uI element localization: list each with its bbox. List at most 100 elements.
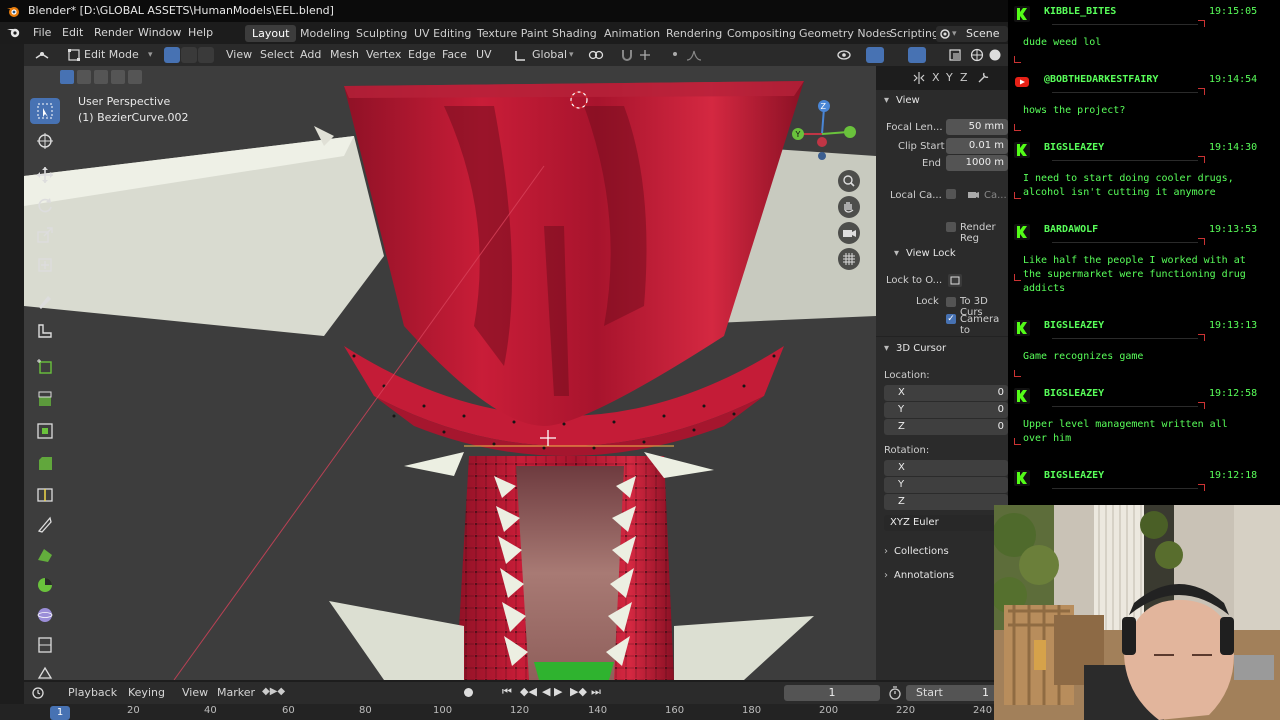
header-menu-mesh[interactable]: Mesh	[330, 44, 359, 66]
measure-tool[interactable]	[30, 318, 60, 344]
edge-select-button[interactable]	[181, 47, 197, 63]
proportional-edit-icon[interactable]	[670, 49, 680, 59]
falloff-curve-icon[interactable]	[686, 48, 702, 62]
mirror-y-toggle[interactable]: Y	[946, 70, 953, 86]
xray-icon[interactable]	[948, 48, 962, 62]
view-lock-section-header[interactable]: View Lock	[906, 248, 956, 259]
tab-sculpting[interactable]: Sculpting	[349, 25, 414, 42]
next-keyframe-icon[interactable]: ▶◆	[570, 685, 587, 698]
timeline-ruler[interactable]	[0, 704, 1008, 720]
menu-help[interactable]: Help	[188, 22, 213, 44]
camera-to-view-checkbox[interactable]: ✓	[946, 314, 956, 324]
focal-length-field[interactable]: 50 mm	[946, 119, 1008, 135]
lock-object-picker[interactable]	[948, 274, 962, 287]
edge-slide-tool[interactable]	[30, 632, 60, 658]
select-subtract-button[interactable]	[94, 70, 108, 84]
pan-hand-icon[interactable]	[838, 196, 860, 218]
header-menu-view[interactable]: View	[226, 44, 252, 66]
3d-viewport[interactable]: User Perspective (1) BezierCurve.002 Z Y	[24, 66, 876, 680]
playback-menu[interactable]: Playback	[68, 682, 117, 704]
jump-end-icon[interactable]: ⏭	[591, 685, 601, 699]
poly-build-tool[interactable]	[30, 542, 60, 568]
header-menu-uv[interactable]: UV	[476, 44, 492, 66]
loop-cut-tool[interactable]	[30, 482, 60, 508]
local-camera-checkbox[interactable]	[946, 189, 956, 199]
tab-shading[interactable]: Shading	[545, 25, 604, 42]
face-select-button[interactable]	[198, 47, 214, 63]
keying-menu[interactable]: Keying	[128, 682, 165, 704]
cursor-tool[interactable]	[30, 128, 60, 154]
move-tool[interactable]	[30, 162, 60, 188]
header-menu-face[interactable]: Face	[442, 44, 467, 66]
pivot-point-icon[interactable]	[588, 48, 604, 62]
prev-keyframe-icon[interactable]: ◆◀	[520, 685, 537, 698]
camera-view-icon[interactable]	[838, 222, 860, 244]
lock-to-cursor-checkbox[interactable]	[946, 297, 956, 307]
menu-file[interactable]: File	[33, 22, 51, 44]
blender-menu-icon[interactable]	[7, 27, 21, 39]
orthographic-grid-icon[interactable]	[838, 248, 860, 270]
timeline-editor-icon[interactable]	[32, 687, 46, 699]
select-invert-button[interactable]	[111, 70, 125, 84]
tab-layout[interactable]: Layout	[245, 25, 297, 42]
wireframe-shading-icon[interactable]	[970, 48, 984, 62]
select-box-tool[interactable]	[30, 98, 60, 124]
jump-start-icon[interactable]: ⏮	[502, 685, 512, 699]
cursor-rotation-z[interactable]: Z	[884, 494, 1008, 510]
zoom-icon[interactable]	[838, 170, 860, 192]
stopwatch-icon[interactable]	[888, 686, 902, 700]
collections-section-header[interactable]: Collections	[894, 546, 949, 557]
annotations-section-header[interactable]: Annotations	[894, 570, 954, 581]
render-region-checkbox[interactable]	[946, 222, 956, 232]
menu-window[interactable]: Window	[138, 22, 181, 44]
scene-selector[interactable]: ▾ Scene	[936, 26, 1008, 42]
inset-tool[interactable]	[30, 418, 60, 444]
header-menu-add[interactable]: Add	[300, 44, 321, 66]
tab-rendering[interactable]: Rendering	[659, 25, 729, 42]
rotate-tool[interactable]	[30, 192, 60, 218]
spin-tool[interactable]	[30, 572, 60, 598]
tab-texture-paint[interactable]: Texture Paint	[470, 25, 555, 42]
tab-uv-editing[interactable]: UV Editing	[407, 25, 478, 42]
header-menu-edge[interactable]: Edge	[408, 44, 436, 66]
editor-type-icon[interactable]	[34, 48, 50, 62]
clip-end-field[interactable]: 1000 m	[946, 155, 1008, 171]
annotate-tool[interactable]	[30, 288, 60, 314]
header-menu-vertex[interactable]: Vertex	[366, 44, 401, 66]
orientation-selector[interactable]: Global	[532, 44, 567, 66]
tab-compositing[interactable]: Compositing	[720, 25, 803, 42]
menu-edit[interactable]: Edit	[62, 22, 83, 44]
view-section-header[interactable]: View	[896, 95, 920, 106]
solid-shading-icon[interactable]	[988, 48, 1002, 62]
mirror-x-toggle[interactable]: X	[932, 70, 940, 86]
mode-selector[interactable]: Edit Mode	[84, 44, 139, 66]
select-extend-button[interactable]	[77, 70, 91, 84]
cursor-rotation-y[interactable]: Y	[884, 477, 1008, 493]
marker-menu[interactable]: Marker	[217, 682, 255, 704]
select-new-button[interactable]	[60, 70, 74, 84]
snap-magnet-icon[interactable]	[620, 48, 634, 62]
knife-tool[interactable]	[30, 512, 60, 538]
keyframe-interp-icon[interactable]: ◆▶◆	[262, 686, 285, 697]
play-reverse-icon[interactable]: ◀	[542, 685, 550, 698]
menu-render[interactable]: Render	[94, 22, 133, 44]
clip-start-field[interactable]: 0.01 m	[946, 138, 1008, 154]
bevel-tool[interactable]	[30, 450, 60, 476]
playhead-frame[interactable]: 1	[50, 706, 70, 720]
overlay-toggle-button[interactable]	[908, 47, 926, 63]
cursor-location-y[interactable]: Y0	[884, 402, 1008, 418]
smooth-tool[interactable]	[30, 602, 60, 628]
tab-modeling[interactable]: Modeling	[293, 25, 357, 42]
cursor-location-x[interactable]: X0	[884, 385, 1008, 401]
rotation-mode-select[interactable]: XYZ Euler	[884, 515, 1008, 531]
extrude-tool[interactable]	[30, 386, 60, 412]
navigation-gizmo[interactable]: Z Y	[784, 96, 864, 176]
header-menu-select[interactable]: Select	[260, 44, 294, 66]
3d-cursor-section-header[interactable]: 3D Cursor	[896, 343, 946, 354]
start-frame-field[interactable]: Start 1	[906, 685, 1008, 701]
timeline-view-menu[interactable]: View	[182, 682, 208, 704]
cursor-location-z[interactable]: Z0	[884, 419, 1008, 435]
record-icon[interactable]	[464, 688, 473, 697]
play-icon[interactable]: ▶	[554, 685, 562, 698]
select-intersect-button[interactable]	[128, 70, 142, 84]
